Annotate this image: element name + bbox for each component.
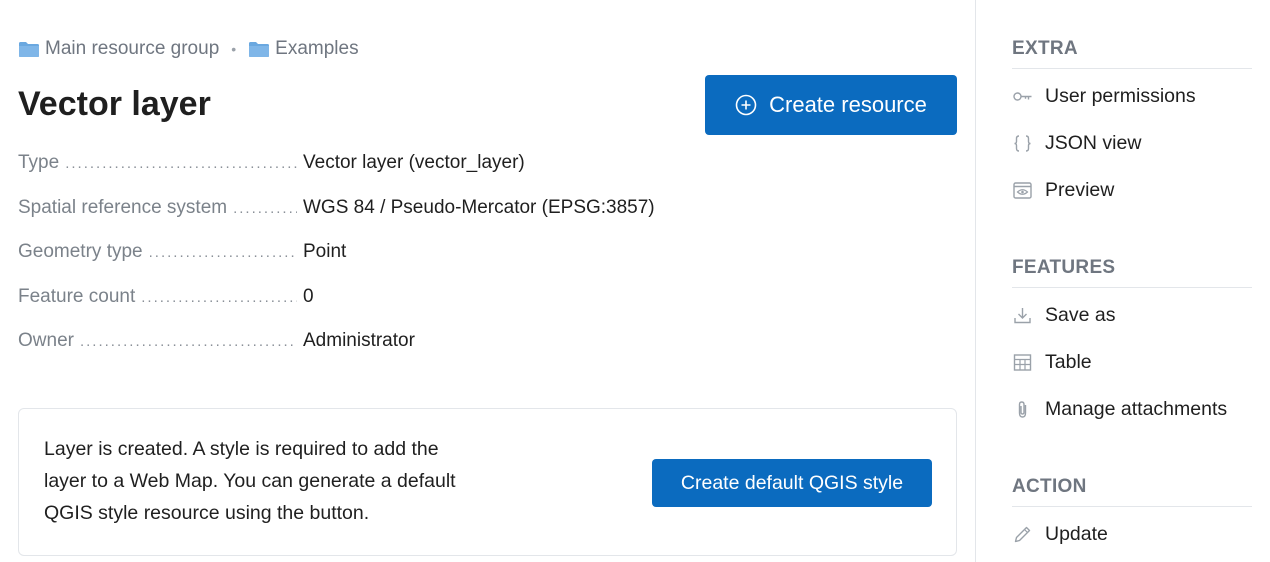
property-value: 0	[303, 285, 314, 307]
sidebar-item-label: JSON view	[1045, 132, 1142, 154]
style-notice: Layer is created. A style is required to…	[18, 408, 957, 556]
property-key: Feature count	[18, 285, 136, 307]
property-key: Type	[18, 152, 60, 173]
property-row-geometry-type: Geometry type...........................…	[18, 241, 347, 262]
page-title: Vector layer	[18, 85, 211, 123]
preview-icon	[1013, 182, 1032, 199]
sidebar-item-label: Manage attachments	[1045, 398, 1228, 420]
sidebar-item-label: Update	[1045, 523, 1108, 545]
main-content: Main resource group • Examples Vector la…	[0, 0, 975, 562]
breadcrumb-item-examples[interactable]: Examples	[248, 38, 359, 60]
create-resource-label: Create resource	[769, 92, 927, 117]
sidebar-item-json-view[interactable]: JSON view	[1012, 120, 1252, 167]
sidebar-item-table[interactable]: Table	[1012, 339, 1252, 386]
breadcrumb-separator: •	[231, 41, 237, 57]
sidebar-section-features: FEATURES Save as Table Manage attachment…	[1012, 257, 1252, 433]
property-value: Vector layer (vector_layer)	[303, 152, 525, 173]
breadcrumb-label: Examples	[275, 38, 359, 59]
folder-icon	[19, 41, 39, 57]
section-title: EXTRA	[1012, 38, 1252, 69]
sidebar-item-label: User permissions	[1045, 85, 1196, 107]
breadcrumb-item-main-resource-group[interactable]: Main resource group	[18, 38, 219, 60]
create-default-qgis-style-button[interactable]: Create default QGIS style	[652, 459, 932, 507]
sidebar-item-label: Save as	[1045, 304, 1116, 326]
breadcrumb-label: Main resource group	[45, 38, 220, 59]
sidebar-item-label: Preview	[1045, 179, 1115, 201]
property-row-srs: Spatial reference system................…	[18, 196, 655, 218]
property-row-feature-count: Feature count...........................…	[18, 285, 314, 307]
sidebar-item-manage-attachments[interactable]: Manage attachments	[1012, 386, 1252, 433]
download-icon	[1014, 308, 1031, 324]
create-resource-button[interactable]: Create resource	[705, 75, 957, 135]
sidebar-item-save-as[interactable]: Save as	[1012, 292, 1252, 339]
plus-circle-icon	[735, 94, 757, 116]
property-value: Point	[303, 241, 347, 262]
sidebar: EXTRA User permissions JSON view Preview	[975, 0, 1270, 562]
sidebar-item-user-permissions[interactable]: User permissions	[1012, 73, 1252, 120]
sidebar-item-label: Table	[1045, 351, 1092, 373]
sidebar-section-extra: EXTRA User permissions JSON view Preview	[1012, 38, 1252, 214]
notice-text: Layer is created. A style is required to…	[44, 438, 456, 524]
sidebar-item-preview[interactable]: Preview	[1012, 167, 1252, 214]
folder-icon	[249, 41, 270, 57]
breadcrumb: Main resource group • Examples	[18, 36, 359, 62]
property-value: WGS 84 / Pseudo-Mercator (EPSG:3857)	[303, 196, 655, 218]
section-title: ACTION	[1012, 476, 1252, 507]
property-key: Spatial reference system	[18, 196, 228, 218]
key-icon	[1013, 92, 1032, 101]
properties-list: Type....................................…	[18, 152, 738, 375]
paperclip-icon	[1018, 401, 1027, 418]
property-value: Administrator	[303, 330, 415, 351]
section-title: FEATURES	[1012, 257, 1252, 288]
braces-icon	[1014, 135, 1031, 152]
sidebar-section-action: ACTION Update	[1012, 476, 1252, 558]
property-key: Geometry type	[18, 241, 143, 262]
table-icon	[1013, 354, 1032, 371]
sidebar-item-update[interactable]: Update	[1012, 511, 1252, 558]
property-row-owner: Owner...................................…	[18, 330, 415, 351]
property-key: Owner	[18, 330, 74, 351]
pencil-icon	[1014, 526, 1031, 543]
property-row-type: Type....................................…	[18, 152, 525, 173]
